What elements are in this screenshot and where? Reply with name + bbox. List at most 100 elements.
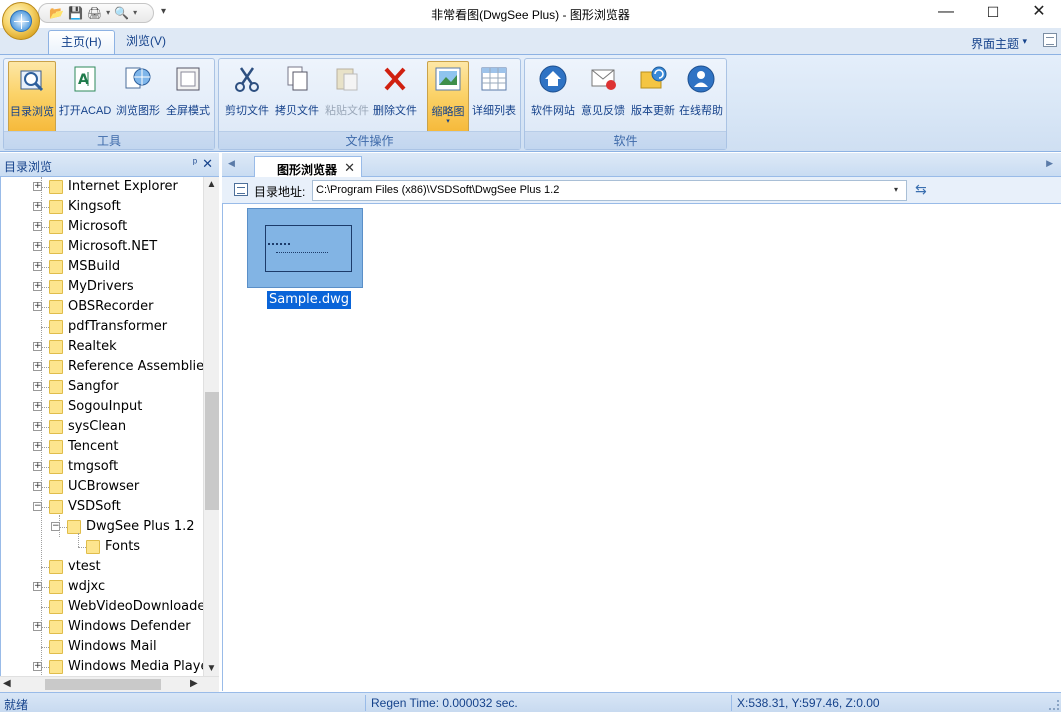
tab-browse[interactable]: 浏览(V) bbox=[114, 30, 178, 55]
tree-item[interactable]: + wdjxc bbox=[1, 577, 203, 597]
expand-icon[interactable]: + bbox=[33, 362, 42, 371]
scrollbar-thumb[interactable] bbox=[45, 679, 161, 690]
tree-item-label: Microsoft bbox=[68, 219, 128, 234]
cut-file-button[interactable]: 剪切文件 bbox=[223, 61, 271, 133]
tree-item[interactable]: + Tencent bbox=[1, 437, 203, 457]
group-label: 文件操作 bbox=[219, 131, 520, 149]
tree-item[interactable]: + Windows Defender bbox=[1, 617, 203, 637]
minimize-button[interactable]: — bbox=[923, 0, 969, 26]
theme-menu[interactable]: 界面主题 bbox=[971, 35, 1019, 52]
expand-icon[interactable]: + bbox=[33, 242, 42, 251]
expand-icon[interactable]: + bbox=[33, 282, 42, 291]
tree-item[interactable]: − VSDSoft bbox=[1, 497, 203, 517]
expand-icon[interactable]: + bbox=[33, 662, 42, 671]
fullscreen-icon bbox=[176, 67, 200, 91]
thumbnail-icon bbox=[435, 67, 461, 91]
expand-icon[interactable]: + bbox=[33, 202, 42, 211]
tree-item[interactable]: Windows Mail bbox=[1, 637, 203, 657]
window-layout-icon[interactable] bbox=[1043, 33, 1057, 47]
paste-icon bbox=[336, 68, 358, 91]
resize-grip[interactable] bbox=[1049, 700, 1059, 710]
tree-item-label: WebVideoDownloader bbox=[68, 599, 203, 614]
file-thumbnail[interactable] bbox=[247, 208, 363, 288]
scroll-right-arrow[interactable]: ▶ bbox=[190, 678, 198, 689]
tab-scroll-right-icon[interactable]: ▶ bbox=[1046, 158, 1053, 169]
folder-icon bbox=[49, 420, 63, 434]
copy-file-button[interactable]: 拷贝文件 bbox=[273, 61, 321, 133]
close-icon[interactable]: ✕ bbox=[344, 160, 355, 176]
chevron-down-icon[interactable]: ▾ bbox=[894, 185, 898, 194]
tree-item[interactable]: + OBSRecorder bbox=[1, 297, 203, 317]
tree-item[interactable]: + SogouInput bbox=[1, 397, 203, 417]
close-icon[interactable]: ✕ bbox=[202, 156, 213, 172]
application-menu-button[interactable] bbox=[2, 2, 40, 40]
tab-drawing-browser[interactable]: 图形浏览器 ✕ bbox=[254, 156, 362, 178]
online-help-button[interactable]: 在线帮助 bbox=[677, 61, 725, 133]
tree-vertical-scrollbar[interactable]: ▲ ▼ bbox=[203, 177, 219, 676]
scrollbar-thumb[interactable] bbox=[205, 392, 219, 510]
expand-icon[interactable]: + bbox=[33, 262, 42, 271]
tree-item[interactable]: pdfTransformer bbox=[1, 317, 203, 337]
tree-item[interactable]: + tmgsoft bbox=[1, 457, 203, 477]
button-label: 删除文件 bbox=[373, 105, 417, 117]
delete-file-button[interactable]: 删除文件 bbox=[371, 61, 419, 133]
tree-item[interactable]: + MSBuild bbox=[1, 257, 203, 277]
tab-home[interactable]: 主页(H) bbox=[48, 30, 115, 55]
tree-item[interactable]: WebVideoDownloader bbox=[1, 597, 203, 617]
tree-item[interactable]: vtest bbox=[1, 557, 203, 577]
expand-icon[interactable]: + bbox=[33, 422, 42, 431]
open-acad-button[interactable]: A 打开ACAD bbox=[59, 61, 111, 133]
website-button[interactable]: 软件网站 bbox=[529, 61, 577, 133]
fullscreen-button[interactable]: 全屏模式 bbox=[164, 61, 212, 133]
tree-item[interactable]: + Microsoft bbox=[1, 217, 203, 237]
tree-item[interactable]: + UCBrowser bbox=[1, 477, 203, 497]
expand-icon[interactable]: + bbox=[33, 482, 42, 491]
expand-icon[interactable]: + bbox=[33, 462, 42, 471]
tree-item[interactable]: + Internet Explorer bbox=[1, 177, 203, 197]
tree-horizontal-scrollbar[interactable]: ◀ ▶ bbox=[0, 676, 219, 692]
expand-icon[interactable]: + bbox=[33, 182, 42, 191]
refresh-icon[interactable]: ⇆ bbox=[915, 181, 927, 198]
tree-item[interactable]: + sysClean bbox=[1, 417, 203, 437]
tree-item-label: wdjxc bbox=[68, 579, 106, 594]
pin-icon[interactable]: ᵖ bbox=[193, 157, 197, 169]
expand-icon[interactable]: + bbox=[33, 402, 42, 411]
paste-file-button[interactable]: 粘贴文件 bbox=[323, 61, 371, 133]
directory-browse-button[interactable]: 目录浏览 bbox=[8, 61, 56, 133]
file-name-label[interactable]: Sample.dwg bbox=[267, 291, 352, 309]
maximize-button[interactable]: ☐ bbox=[970, 0, 1016, 26]
browse-drawing-button[interactable]: 浏览图形 bbox=[114, 61, 162, 133]
tree-item[interactable]: + Microsoft.NET bbox=[1, 237, 203, 257]
tab-scroll-left-icon[interactable]: ◀ bbox=[228, 158, 235, 169]
thumbnail-view-button[interactable]: 缩略图 ▾ bbox=[427, 61, 469, 133]
folder-icon bbox=[49, 620, 63, 634]
collapse-icon[interactable]: − bbox=[33, 502, 42, 511]
chevron-down-icon[interactable]: ▾ bbox=[1022, 36, 1027, 47]
detail-list-button[interactable]: 详细列表 bbox=[471, 61, 517, 133]
expand-icon[interactable]: + bbox=[33, 302, 42, 311]
expand-icon[interactable]: + bbox=[33, 442, 42, 451]
tree-item[interactable]: + Kingsoft bbox=[1, 197, 203, 217]
feedback-button[interactable]: 意见反馈 bbox=[579, 61, 627, 133]
tree-item[interactable]: + MyDrivers bbox=[1, 277, 203, 297]
tree-item[interactable]: − DwgSee Plus 1.2 bbox=[1, 517, 203, 537]
scroll-up-arrow[interactable]: ▲ bbox=[204, 179, 219, 190]
expand-icon[interactable]: + bbox=[33, 582, 42, 591]
status-regen-time: Regen Time: 0.000032 sec. bbox=[371, 696, 518, 710]
expand-icon[interactable]: + bbox=[33, 382, 42, 391]
tree-item[interactable]: + Realtek bbox=[1, 337, 203, 357]
tree-item[interactable]: + Windows Media Player bbox=[1, 657, 203, 676]
tree-item-label: sysClean bbox=[68, 419, 127, 434]
expand-icon[interactable]: + bbox=[33, 622, 42, 631]
expand-icon[interactable]: + bbox=[33, 222, 42, 231]
address-input[interactable]: C:\Program Files (x86)\VSDSoft\DwgSee Pl… bbox=[312, 180, 907, 201]
tree-item[interactable]: Fonts bbox=[1, 537, 203, 557]
expand-icon[interactable]: + bbox=[33, 342, 42, 351]
tree-item[interactable]: + Sangfor bbox=[1, 377, 203, 397]
tree-item[interactable]: + Reference Assemblies bbox=[1, 357, 203, 377]
update-button[interactable]: 版本更新 bbox=[629, 61, 677, 133]
scroll-down-arrow[interactable]: ▼ bbox=[204, 663, 219, 674]
folder-icon bbox=[49, 640, 63, 654]
close-button[interactable]: ✕ bbox=[1016, 0, 1061, 26]
scroll-left-arrow[interactable]: ◀ bbox=[3, 678, 11, 689]
